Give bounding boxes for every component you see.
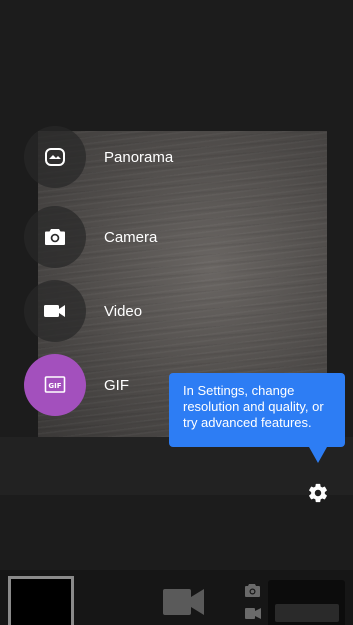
gif-icon: GIF xyxy=(44,376,66,393)
camera-icon xyxy=(45,229,65,245)
zoom-slot[interactable] xyxy=(275,604,339,622)
mode-item-video[interactable]: Video xyxy=(24,280,224,342)
tooltip-arrow xyxy=(309,447,327,463)
mini-camera-icon xyxy=(245,584,260,597)
gear-icon xyxy=(309,483,327,503)
mode-label-video: Video xyxy=(104,302,143,320)
panorama-icon xyxy=(45,148,65,166)
settings-button[interactable] xyxy=(296,471,340,515)
mode-label-camera: Camera xyxy=(104,228,158,246)
mode-button-video[interactable] xyxy=(24,280,86,342)
mini-video-icon xyxy=(245,608,261,619)
mode-button-panorama[interactable] xyxy=(24,126,86,188)
gallery-thumbnail[interactable] xyxy=(8,576,74,625)
mode-button-gif[interactable]: GIF xyxy=(24,354,86,416)
settings-tooltip[interactable]: In Settings, change resolution and quali… xyxy=(169,373,345,447)
mode-item-camera[interactable]: Camera xyxy=(24,206,224,268)
mode-item-panorama[interactable]: Panorama xyxy=(24,126,224,188)
mode-button-camera[interactable] xyxy=(24,206,86,268)
video-icon xyxy=(44,305,65,317)
svg-text:GIF: GIF xyxy=(48,382,61,390)
mode-label-gif: GIF xyxy=(104,376,129,394)
mode-label-panorama: Panorama xyxy=(104,148,174,166)
camera-screen: Panorama Camera Video GIF GIF In Setting… xyxy=(0,0,353,625)
mode-switch-icons[interactable] xyxy=(243,583,263,625)
video-camera-icon[interactable] xyxy=(162,587,206,617)
